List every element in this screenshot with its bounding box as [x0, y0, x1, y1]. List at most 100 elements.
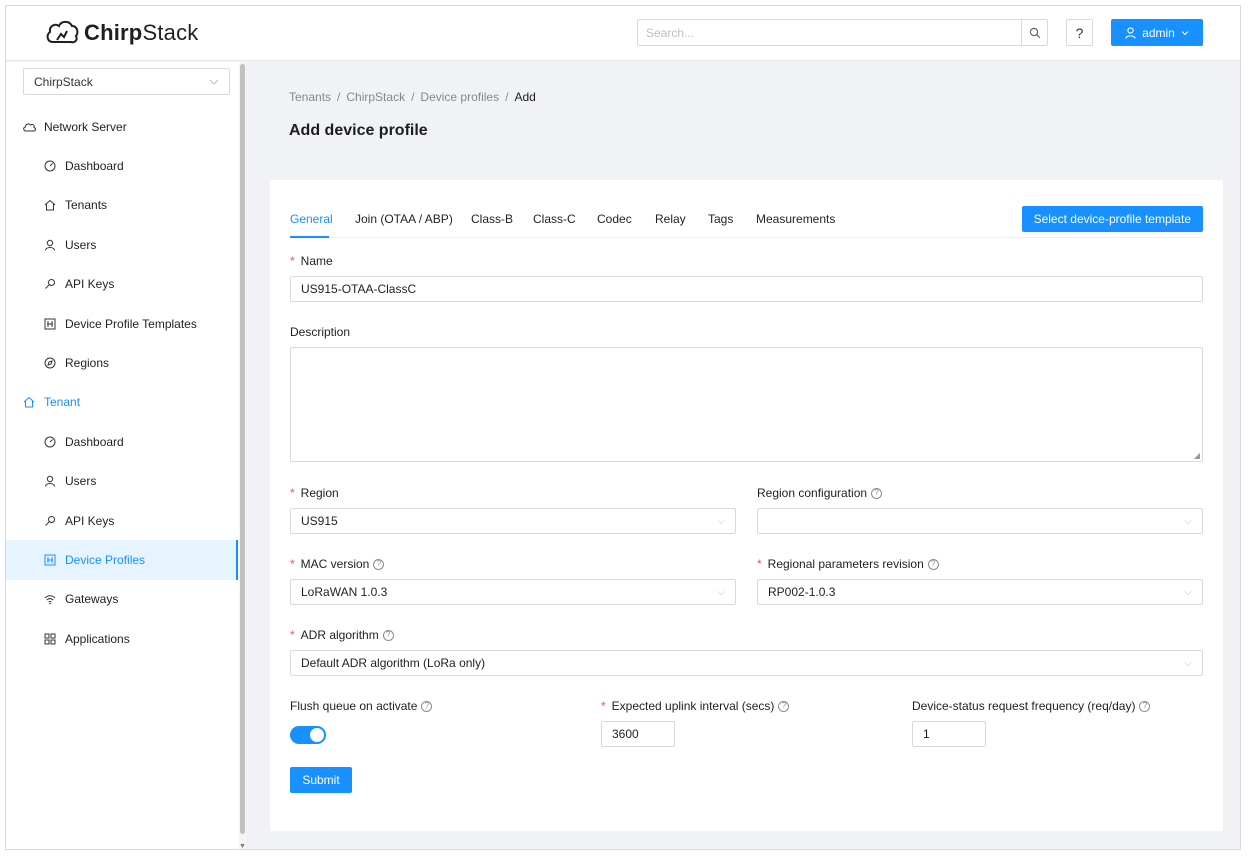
- chevron-down-icon: ⌵: [717, 515, 725, 527]
- sidebar-item-device-profile-templates[interactable]: Device Profile Templates: [6, 304, 238, 343]
- sidebar-item-regions[interactable]: Regions: [6, 343, 238, 382]
- uplink-interval-label: * Expected uplink interval (secs)?: [601, 699, 790, 713]
- breadcrumb: Tenants / ChirpStack / Device profiles / Add: [289, 90, 536, 104]
- user-icon: [43, 474, 57, 488]
- home-icon: [22, 395, 36, 409]
- breadcrumb-chirpstack[interactable]: ChirpStack: [346, 90, 405, 104]
- tab-relay[interactable]: Relay: [655, 212, 686, 226]
- adr-algorithm-value: Default ADR algorithm (LoRa only): [301, 656, 486, 670]
- mac-version-value: LoRaWAN 1.0.3: [301, 585, 388, 599]
- sidebar-item-label: Users: [65, 237, 97, 252]
- sidebar-item-tenant-users[interactable]: Users: [6, 462, 238, 501]
- dashboard-icon: [43, 159, 57, 173]
- app-window: ChirpStack ? admin ChirpStack Network Se…: [5, 5, 1241, 850]
- sidebar-item-tenant-dashboard[interactable]: Dashboard: [6, 422, 238, 461]
- status-freq-value: 1: [923, 727, 930, 741]
- home-icon: [43, 198, 57, 212]
- status-freq-input[interactable]: 1: [912, 721, 986, 747]
- user-menu-button[interactable]: admin: [1111, 19, 1203, 46]
- sidebar-item-label: Device Profiles: [65, 552, 146, 567]
- description-textarea[interactable]: ◢: [290, 347, 1203, 462]
- chevron-down-icon: ⌵: [717, 586, 725, 598]
- scroll-down-arrow-icon[interactable]: ▼: [239, 843, 246, 849]
- name-input[interactable]: US915-OTAA-ClassC: [290, 276, 1203, 302]
- help-button[interactable]: ?: [1066, 19, 1093, 46]
- region-select[interactable]: US915 ⌵: [290, 508, 736, 534]
- sidebar-item-label: API Keys: [65, 513, 115, 528]
- apps-icon: [43, 632, 57, 646]
- sidebar-item-label: Device Profile Templates: [65, 316, 197, 331]
- sidebar-item-applications[interactable]: Applications: [6, 619, 238, 658]
- sidebar-item-tenants[interactable]: Tenants: [6, 186, 238, 225]
- sidebar-item-label: Regions: [65, 356, 110, 371]
- menu-group-tenant[interactable]: Tenant: [6, 383, 238, 422]
- uplink-interval-value: 3600: [612, 727, 639, 741]
- breadcrumb-device-profiles[interactable]: Device profiles: [420, 90, 499, 104]
- help-circle-icon: ?: [382, 629, 394, 641]
- sidebar-item-label: API Keys: [65, 277, 115, 292]
- search-box: [637, 19, 1048, 46]
- sidebar-menu: Network Server Dashboard Tenants Users A…: [6, 107, 238, 658]
- scrollbar-thumb[interactable]: [240, 64, 245, 834]
- help-circle-icon: ?: [778, 700, 790, 712]
- tab-class-c[interactable]: Class-C: [533, 212, 576, 226]
- page-title: Add device profile: [289, 122, 428, 139]
- tab-codec[interactable]: Codec: [597, 212, 632, 226]
- tab-bar: General Join (OTAA / ABP) Class-B Class-…: [290, 206, 1203, 238]
- region-config-label: Region configuration?: [757, 486, 883, 500]
- uplink-interval-input[interactable]: 3600: [601, 721, 675, 747]
- active-tab-indicator: [290, 236, 329, 238]
- mac-version-select[interactable]: LoRaWAN 1.0.3 ⌵: [290, 579, 736, 605]
- search-icon: [1029, 27, 1040, 38]
- chirpstack-logo[interactable]: ChirpStack: [44, 18, 198, 48]
- chevron-down-icon: [1181, 30, 1189, 35]
- user-icon: [43, 238, 57, 252]
- flush-queue-toggle[interactable]: [290, 726, 326, 744]
- help-circle-icon: ?: [1139, 700, 1151, 712]
- sidebar-item-ns-api-keys[interactable]: API Keys: [6, 265, 238, 304]
- sidebar-item-label: Users: [65, 474, 97, 489]
- search-button[interactable]: [1021, 20, 1047, 45]
- sidebar-item-label: Tenants: [65, 198, 108, 213]
- region-config-select[interactable]: ⌵: [757, 508, 1203, 534]
- key-icon: [43, 514, 57, 528]
- template-icon: [43, 553, 57, 567]
- name-label: * Name: [290, 254, 333, 268]
- breadcrumb-current: Add: [514, 90, 536, 104]
- user-name: admin: [1142, 25, 1175, 40]
- adr-algorithm-select[interactable]: Default ADR algorithm (LoRa only) ⌵: [290, 650, 1203, 676]
- tenant-select[interactable]: ChirpStack: [23, 68, 230, 95]
- tab-measurements[interactable]: Measurements: [756, 212, 835, 226]
- menu-group-network-server[interactable]: Network Server: [6, 107, 238, 146]
- help-circle-icon: ?: [421, 700, 433, 712]
- regional-params-value: RP002-1.0.3: [768, 585, 836, 599]
- sidebar-item-device-profiles[interactable]: Device Profiles: [6, 540, 238, 581]
- breadcrumb-tenants[interactable]: Tenants: [289, 90, 331, 104]
- tab-tags[interactable]: Tags: [708, 212, 733, 226]
- sidebar-scrollbar[interactable]: ▼: [239, 62, 246, 849]
- dashboard-icon: [43, 435, 57, 449]
- menu-group-label: Tenant: [44, 395, 81, 410]
- template-icon: [43, 317, 57, 331]
- tab-join[interactable]: Join (OTAA / ABP): [355, 212, 453, 226]
- brand-name: ChirpStack: [84, 20, 199, 45]
- select-template-button[interactable]: Select device-profile template: [1021, 206, 1203, 232]
- top-header: ChirpStack ? admin: [6, 6, 1240, 61]
- sidebar-item-label: Applications: [65, 631, 130, 646]
- sidebar-item-ns-users[interactable]: Users: [6, 225, 238, 264]
- sidebar-item-ns-dashboard[interactable]: Dashboard: [6, 146, 238, 185]
- user-icon: [1125, 26, 1136, 39]
- regional-params-select[interactable]: RP002-1.0.3 ⌵: [757, 579, 1203, 605]
- cloud-logo-icon: [46, 20, 79, 44]
- status-freq-label: Device-status request frequency (req/day…: [912, 699, 1151, 713]
- resize-grip-icon[interactable]: ◢: [1194, 451, 1200, 460]
- search-input[interactable]: [638, 20, 1021, 45]
- region-value: US915: [301, 514, 338, 528]
- tab-class-b[interactable]: Class-B: [471, 212, 513, 226]
- submit-button[interactable]: Submit: [290, 767, 352, 793]
- sidebar-item-gateways[interactable]: Gateways: [6, 580, 238, 619]
- sidebar-item-tenant-api-keys[interactable]: API Keys: [6, 501, 238, 540]
- chevron-down-icon: ⌵: [1184, 657, 1192, 669]
- name-value: US915-OTAA-ClassC: [301, 282, 417, 296]
- tab-general[interactable]: General: [290, 212, 333, 226]
